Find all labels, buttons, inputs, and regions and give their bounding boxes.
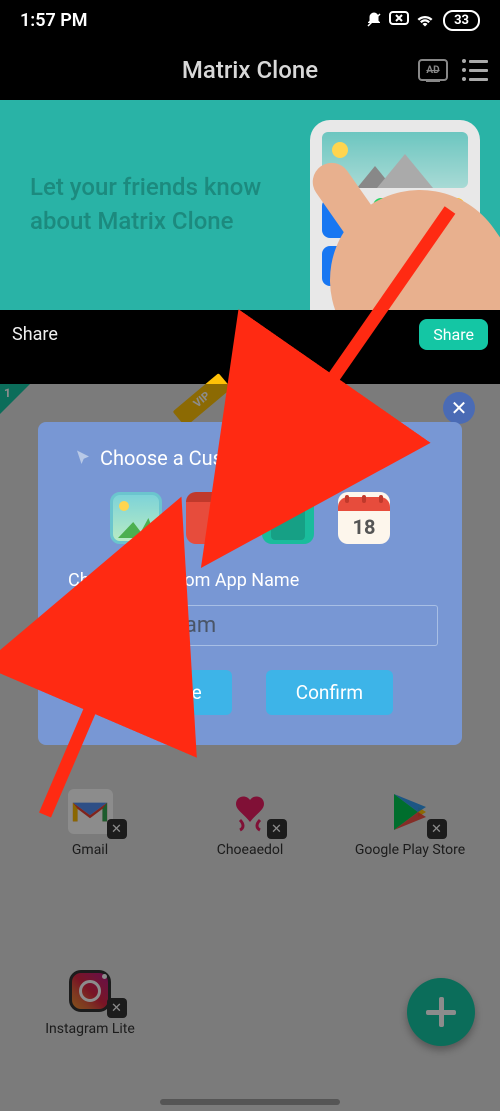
battery-level: 33 [443, 10, 480, 31]
close-box-icon [389, 11, 409, 25]
banner-text: Let your friends know about Matrix Clone [30, 171, 289, 238]
status-bar: 1:57 PM 33 [0, 0, 500, 40]
share-button[interactable]: Share [419, 319, 488, 350]
icon-choice-notebook[interactable] [262, 492, 314, 544]
app-header: Matrix Clone AD [0, 40, 500, 100]
restore-button[interactable]: Restore [107, 670, 232, 715]
checkmark-icon: ✓ [224, 494, 246, 516]
share-label: Share [12, 324, 58, 345]
modal-subtitle: Choose a Custom App Name [68, 570, 438, 591]
confirm-button[interactable]: Confirm [266, 670, 393, 715]
share-banner[interactable]: Let your friends know about Matrix Clone… [0, 100, 500, 310]
app-title: Matrix Clone [182, 56, 318, 84]
custom-icon-modal: Choose a Custom Icon ✓ 18 Choose a Custo… [38, 422, 462, 745]
icon-choice-calendar[interactable]: 18 [338, 492, 390, 544]
wifi-icon [415, 11, 435, 27]
system-nav-bar[interactable] [0, 1097, 500, 1111]
no-ads-icon[interactable]: AD [418, 59, 448, 81]
menu-list-icon[interactable] [462, 59, 488, 81]
close-modal-button[interactable]: ✕ [443, 392, 475, 424]
mute-icon [365, 11, 383, 29]
cursor-icon [74, 449, 92, 467]
share-bar: Share Share [0, 310, 500, 358]
icon-choice-gallery[interactable] [110, 492, 162, 544]
icon-choice-wallet[interactable]: ✓ [186, 492, 238, 544]
app-name-input[interactable] [62, 605, 438, 646]
icon-choices: ✓ 18 [62, 492, 438, 544]
status-right: 33 [365, 10, 480, 31]
status-time: 1:57 PM [20, 10, 88, 31]
modal-title: Choose a Custom Icon [74, 446, 438, 470]
